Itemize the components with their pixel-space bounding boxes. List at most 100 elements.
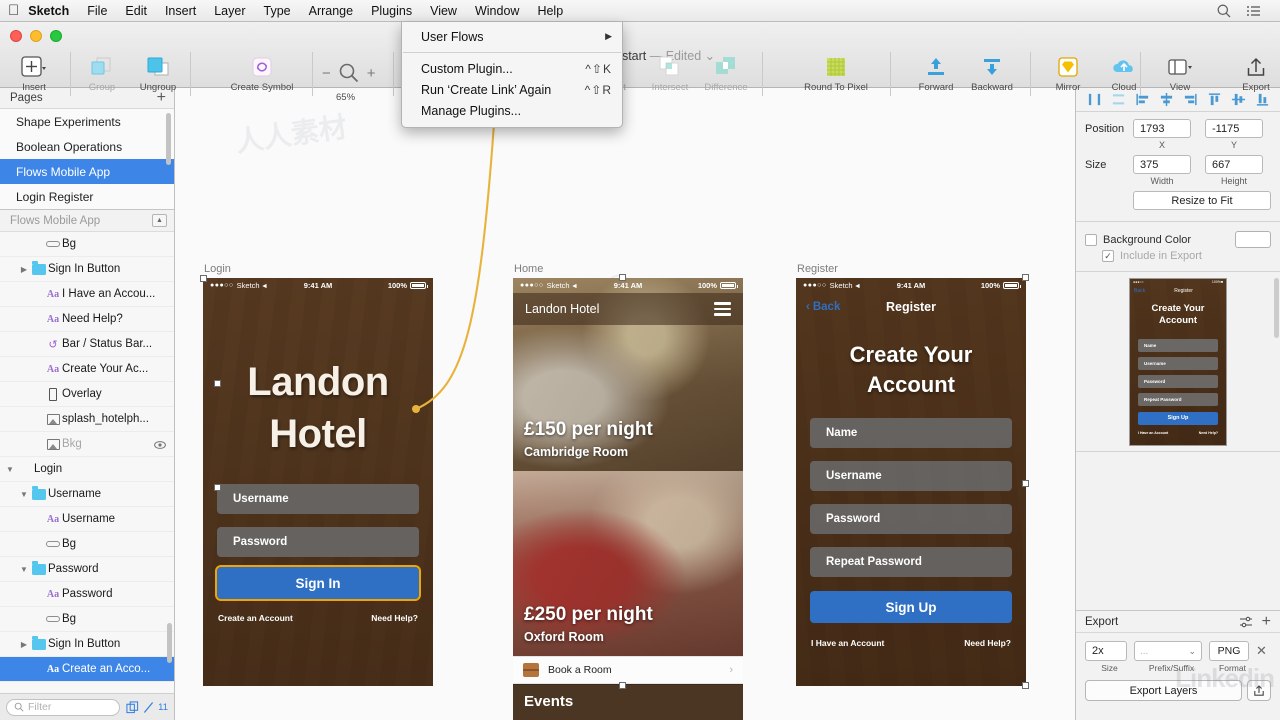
add-export-button[interactable]: +: [1262, 613, 1271, 629]
selection-handle[interactable]: [619, 274, 626, 281]
sliders-icon[interactable]: [1239, 616, 1253, 628]
disclosure-open-icon[interactable]: ▼: [18, 490, 30, 499]
selection-handle[interactable]: [1022, 274, 1029, 281]
export-format-select[interactable]: PNG: [1209, 641, 1249, 661]
search-icon[interactable]: [1216, 3, 1232, 19]
i-have-an-account-link[interactable]: I Have an Account: [811, 638, 884, 648]
chevron-down-icon[interactable]: ⌄: [1188, 646, 1196, 657]
need-help-link-login[interactable]: Need Help?: [371, 613, 418, 623]
distribute-vertically-icon[interactable]: [1111, 92, 1126, 107]
layer-row[interactable]: Aa Username: [0, 507, 174, 532]
password-field-login[interactable]: Password: [217, 527, 419, 557]
design-canvas[interactable]: 人人素材 ⓒ 人人 Login ●●●○○ Sketch ◂ 9:41 AM 1…: [175, 88, 1075, 720]
menu-type[interactable]: Type: [255, 2, 300, 20]
minimize-window-button[interactable]: [30, 30, 42, 42]
backward-button[interactable]: Backward: [964, 54, 1020, 93]
layer-row[interactable]: Aa Need Help?: [0, 307, 174, 332]
position-x-input[interactable]: 1793: [1133, 119, 1191, 138]
layer-row[interactable]: ▶ Sign In Button: [0, 257, 174, 282]
ungroup-button[interactable]: Ungroup: [130, 54, 186, 93]
preview-phone[interactable]: ●●●○○ 100%■ Back Register Create Your Ac…: [1129, 277, 1227, 446]
page-item[interactable]: Login Register: [0, 184, 174, 209]
selection-handle[interactable]: [200, 275, 207, 282]
username-field-register[interactable]: Username: [810, 461, 1012, 491]
align-left-icon[interactable]: [1135, 92, 1150, 107]
layer-row[interactable]: ↺ Bar / Status Bar...: [0, 332, 174, 357]
intersect-button[interactable]: Intersect: [642, 54, 698, 93]
layer-row[interactable]: Bkg: [0, 432, 174, 457]
view-button[interactable]: View: [1152, 54, 1208, 93]
apple-logo-icon[interactable]: : [8, 2, 19, 20]
menu-plugins[interactable]: Plugins: [362, 2, 421, 20]
include-in-export-row[interactable]: ✓ Include in Export: [1102, 250, 1271, 262]
background-color-checkbox[interactable]: [1085, 233, 1097, 246]
menu-item-custom-plugin[interactable]: Custom Plugin... ^⇧K: [402, 58, 622, 79]
menu-arrange[interactable]: Arrange: [300, 2, 362, 20]
layer-row[interactable]: Aa Create Your Ac...: [0, 357, 174, 382]
sign-up-button[interactable]: Sign Up: [810, 591, 1012, 623]
menu-help[interactable]: Help: [528, 2, 572, 20]
selection-handle[interactable]: [1022, 480, 1029, 487]
layer-row[interactable]: ▼ Username: [0, 482, 174, 507]
layer-count-group[interactable]: 11: [126, 700, 168, 714]
duplicate-icon[interactable]: [126, 700, 139, 714]
export-toolbar-button[interactable]: Export: [1228, 54, 1280, 93]
close-window-button[interactable]: [10, 30, 22, 42]
zoom-in-button[interactable]: +: [367, 65, 376, 82]
collapse-layers-button[interactable]: ▲: [152, 214, 167, 227]
layer-row[interactable]: ▼ Login: [0, 457, 174, 482]
maximize-window-button[interactable]: [50, 30, 62, 42]
layer-row[interactable]: Overlay: [0, 382, 174, 407]
layer-row[interactable]: Bg: [0, 232, 174, 257]
export-size-input[interactable]: 2x: [1085, 641, 1127, 661]
artboard-label-home[interactable]: Home: [514, 263, 543, 275]
page-item[interactable]: Boolean Operations: [0, 134, 174, 159]
layer-row[interactable]: Aa I Have an Accou...: [0, 282, 174, 307]
menu-insert[interactable]: Insert: [156, 2, 205, 20]
artboard-home[interactable]: Landon Hotel ●●●○○ Sketch ◂ 9:41 AM 100%…: [513, 278, 743, 720]
artboard-label-register[interactable]: Register: [797, 263, 838, 275]
artboard-login[interactable]: ●●●○○ Sketch ◂ 9:41 AM 100% Landon Hotel…: [203, 278, 433, 686]
selection-handle[interactable]: [1022, 682, 1029, 689]
zoom-out-button[interactable]: −: [322, 65, 331, 82]
align-bottom-icon[interactable]: [1255, 92, 1270, 107]
hamburger-menu-icon[interactable]: [714, 302, 731, 316]
selection-handle[interactable]: [619, 682, 626, 689]
create-account-link[interactable]: Create an Account: [218, 613, 293, 623]
export-layers-button[interactable]: Export Layers: [1085, 680, 1242, 701]
menu-window[interactable]: Window: [466, 2, 528, 20]
menu-item-user-flows[interactable]: User Flows ▶: [402, 26, 622, 47]
page-item[interactable]: Flows Mobile App: [0, 159, 174, 184]
layer-row[interactable]: ▶ Sign In Button: [0, 632, 174, 657]
artboard-register[interactable]: ●●●○○ Sketch ◂ 9:41 AM 100% ‹ Back Regis…: [796, 278, 1026, 686]
room-card-oxford[interactable]: £250 per night Oxford Room: [513, 471, 743, 656]
magnifier-icon[interactable]: [338, 62, 360, 84]
align-middle-vertical-icon[interactable]: [1231, 92, 1246, 107]
window-controls[interactable]: [10, 30, 62, 42]
menu-item-run-create-link-again[interactable]: Run ‘Create Link’ Again ^⇧R: [402, 79, 622, 100]
forward-button[interactable]: Forward: [908, 54, 964, 93]
height-input[interactable]: 667: [1205, 155, 1263, 174]
selection-handle[interactable]: [214, 380, 221, 387]
difference-button[interactable]: Difference: [698, 54, 754, 93]
selection-handle[interactable]: [214, 484, 221, 491]
pencil-icon[interactable]: [143, 701, 154, 714]
export-prefix-suffix-input[interactable]: ... ⌄: [1134, 641, 1202, 661]
menu-item-manage-plugins[interactable]: Manage Plugins...: [402, 100, 622, 121]
password-field-register[interactable]: Password: [810, 504, 1012, 534]
list-icon[interactable]: [1246, 3, 1262, 19]
create-symbol-button[interactable]: Create Symbol: [214, 54, 310, 93]
share-export-button[interactable]: [1247, 680, 1271, 701]
disclosure-closed-icon[interactable]: ▶: [18, 265, 30, 274]
menu-layer[interactable]: Layer: [205, 2, 254, 20]
background-color-row[interactable]: Background Color: [1085, 231, 1271, 248]
align-center-horizontal-icon[interactable]: [1159, 92, 1174, 107]
filter-input[interactable]: Filter: [6, 698, 121, 716]
layer-row[interactable]: Bg: [0, 532, 174, 557]
layer-row[interactable]: Aa Create an Acco...: [0, 657, 174, 682]
menu-view[interactable]: View: [421, 2, 466, 20]
page-item[interactable]: Shape Experiments: [0, 109, 174, 134]
layers-scrollbar[interactable]: [167, 623, 172, 663]
cloud-button[interactable]: Cloud: [1096, 54, 1152, 93]
align-top-icon[interactable]: [1207, 92, 1222, 107]
